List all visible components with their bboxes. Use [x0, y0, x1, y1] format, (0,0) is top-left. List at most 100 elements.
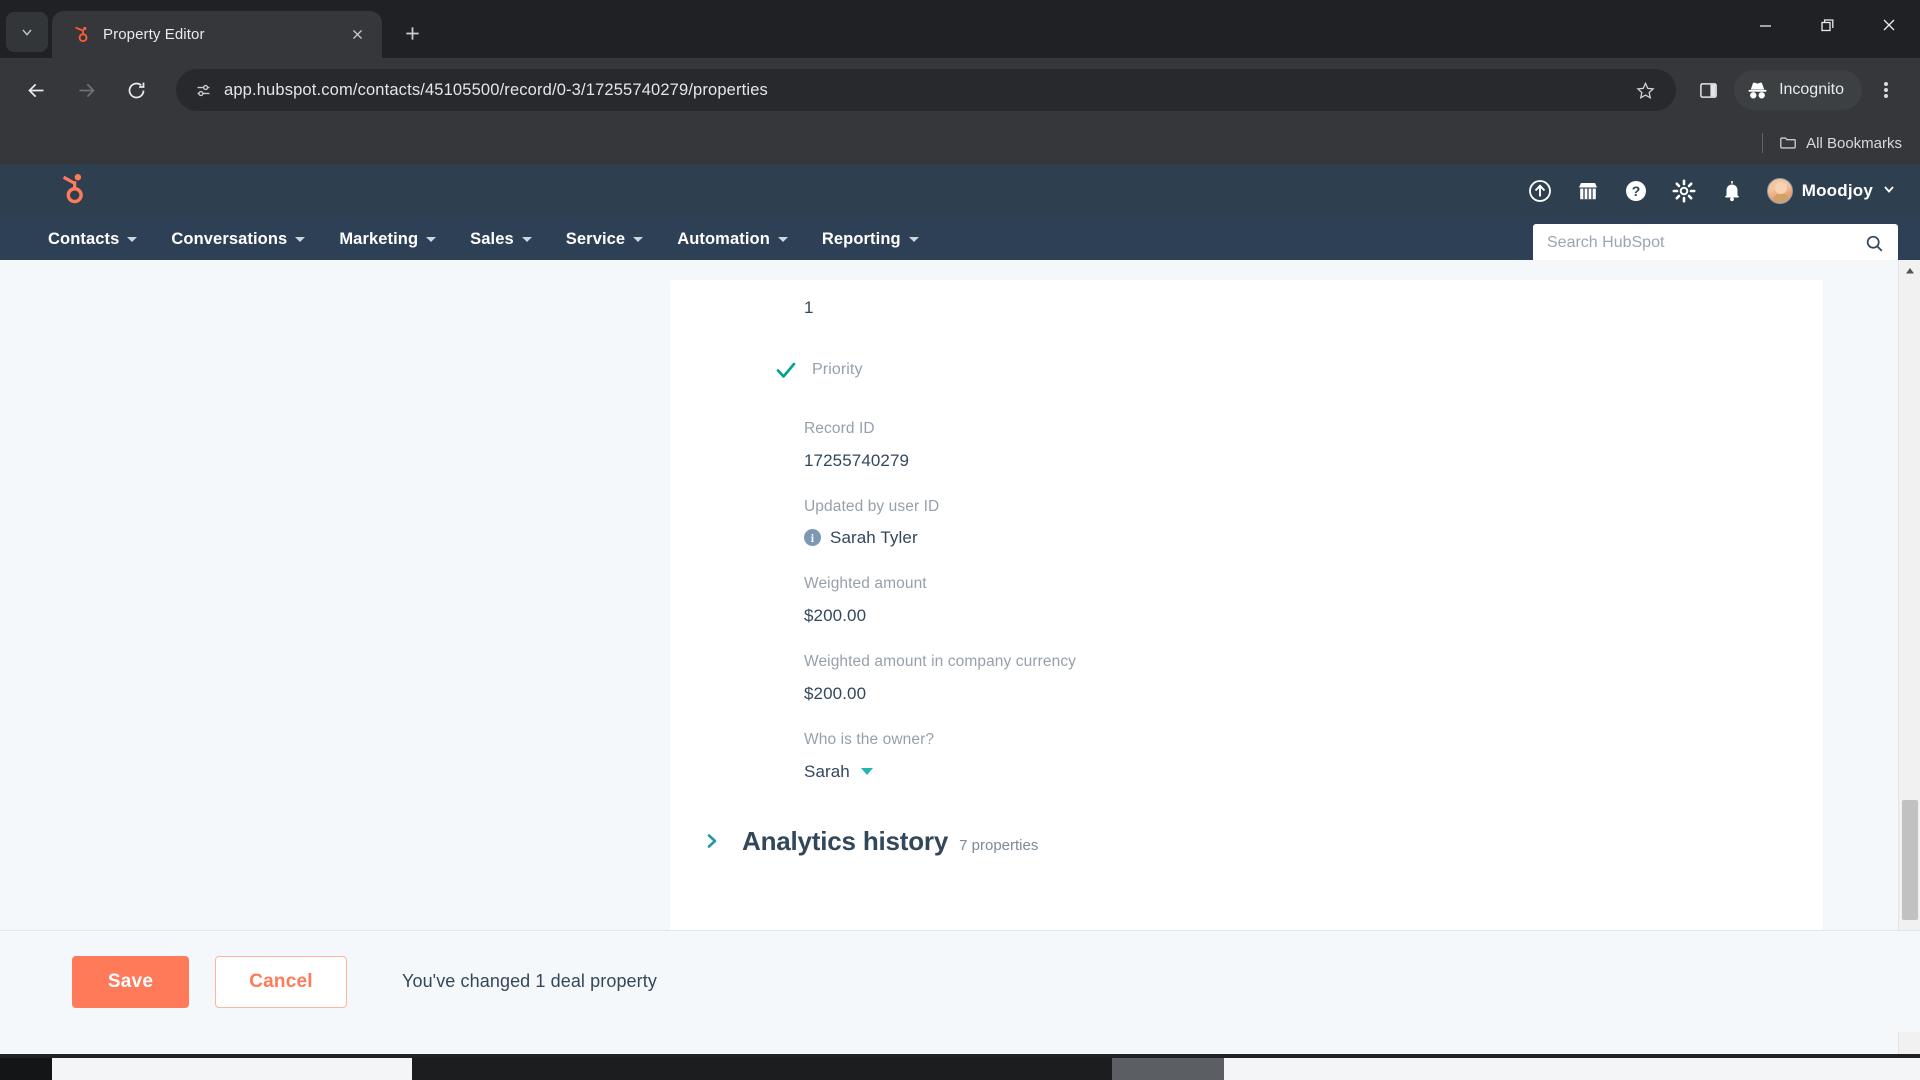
caret-down-icon [127, 236, 138, 242]
chrome-menu-button[interactable] [1866, 68, 1906, 112]
arrow-right-icon [79, 83, 95, 97]
tab-close-button[interactable] [344, 22, 370, 48]
side-panel-button[interactable] [1686, 68, 1730, 112]
search-input[interactable] [1547, 234, 1865, 252]
nav-item-automation[interactable]: Automation [677, 230, 788, 249]
svg-text:?: ? [1631, 183, 1640, 199]
caret-down-icon [521, 236, 532, 242]
nav-label: Sales [470, 229, 514, 248]
nav-item-conversations[interactable]: Conversations [171, 229, 306, 249]
all-bookmarks-button[interactable]: All Bookmarks [1779, 134, 1902, 152]
tab-search-button[interactable] [6, 12, 48, 52]
reload-button[interactable] [114, 68, 158, 112]
reload-icon [128, 82, 144, 98]
scroll-up-button[interactable] [1899, 260, 1920, 282]
cancel-button[interactable]: Cancel [215, 955, 347, 1008]
taskbar-segment [52, 1058, 412, 1080]
incognito-hat-icon [1748, 82, 1767, 98]
incognito-indicator[interactable]: Incognito [1734, 70, 1862, 110]
chevron-down-icon [22, 29, 32, 36]
change-message: You've changed 1 deal property [402, 971, 657, 991]
hubspot-main-nav: Contacts Conversations Marketing Sales S… [0, 218, 1920, 262]
hubspot-topbar: ? Moodjoy [0, 164, 1920, 218]
save-button[interactable]: Save [72, 955, 189, 1008]
save-action-bar: Save Cancel You've changed 1 deal proper… [0, 930, 1920, 1032]
property-label: Record ID [804, 420, 875, 437]
close-window-button[interactable] [1858, 0, 1920, 50]
property-value[interactable]: $200.00 [804, 684, 1823, 704]
folder-icon [1780, 137, 1797, 149]
nav-item-sales[interactable]: Sales [470, 230, 532, 249]
chevron-right-icon [707, 834, 717, 849]
close-icon [1883, 19, 1895, 31]
avatar [1766, 178, 1793, 204]
hubspot-sprocket-logo[interactable] [56, 173, 86, 210]
info-icon[interactable]: i [804, 529, 821, 547]
property-value-wrapper[interactable]: i Sarah Tyler [804, 528, 1823, 548]
property-row-weighted-amount: Weighted amount $200.00 [804, 575, 1823, 626]
nav-item-reporting[interactable]: Reporting [822, 230, 919, 249]
tune-icon[interactable] [190, 77, 216, 103]
chevron-down-icon [1882, 182, 1896, 201]
hubspot-sprocket-icon [70, 25, 89, 44]
taskbar-segment [1224, 1058, 1920, 1080]
caret-down-icon [295, 236, 306, 242]
forward-button[interactable] [64, 68, 108, 112]
hubspot-app: ? Moodjoy Contacts Conversations Marketi… [0, 164, 1920, 1054]
caret-down-icon [633, 236, 644, 242]
account-menu[interactable]: Moodjoy [1766, 178, 1896, 204]
close-icon [352, 29, 362, 40]
bookmark-star-button[interactable] [1630, 75, 1660, 105]
property-value-wrapper[interactable]: Sarah [804, 762, 1823, 782]
nav-label: Contacts [48, 229, 120, 248]
bookmarks-bar: All Bookmarks [0, 122, 1920, 164]
browser-chrome: Property Editor app.hubspot.com/contacts… [0, 0, 1920, 164]
nav-item-marketing[interactable]: Marketing [339, 230, 437, 249]
nav-item-contacts[interactable]: Contacts [48, 229, 138, 249]
caret-down-icon [777, 236, 788, 242]
section-analytics-history[interactable]: Analytics history 7 properties [704, 826, 1823, 857]
upgrade-icon[interactable] [1527, 178, 1553, 204]
taskbar-segment [1112, 1058, 1224, 1080]
property-label: Weighted amount [804, 574, 927, 592]
search-icon[interactable] [1865, 234, 1884, 253]
property-row-priority[interactable]: Priority [774, 358, 1823, 382]
back-button[interactable] [14, 68, 58, 112]
triangle-up-icon [1906, 268, 1914, 274]
side-panel-icon [1699, 82, 1717, 98]
settings-gear-icon[interactable] [1671, 178, 1697, 204]
window-controls [1734, 0, 1920, 50]
nav-item-service[interactable]: Service [565, 229, 644, 249]
marketplace-icon[interactable] [1575, 178, 1601, 204]
all-bookmarks-label: All Bookmarks [1806, 134, 1902, 152]
nav-label: Conversations [171, 229, 288, 248]
nav-label: Service [565, 229, 626, 248]
account-name: Moodjoy [1801, 181, 1873, 200]
scrollbar-thumb[interactable] [1902, 800, 1918, 920]
new-tab-button[interactable] [392, 13, 432, 53]
bookmarks-divider [1762, 133, 1764, 153]
property-row-weighted-amount-company-currency: Weighted amount in company currency $200… [804, 653, 1823, 704]
plus-icon [405, 26, 419, 40]
address-bar[interactable]: app.hubspot.com/contacts/45105500/record… [176, 69, 1677, 111]
three-dot-menu-icon [1884, 80, 1888, 101]
caret-down-icon [426, 236, 437, 242]
topbar-actions: ? Moodjoy [1527, 178, 1896, 204]
property-value[interactable]: 17255740279 [804, 451, 1823, 471]
content-area: 1 Priority Record ID 17255740279 Updated… [0, 260, 1920, 1054]
hubspot-search-box[interactable] [1533, 224, 1898, 262]
browser-tab[interactable]: Property Editor [52, 11, 382, 58]
property-row-record-id: Record ID 17255740279 [804, 420, 1823, 471]
maximize-window-button[interactable] [1796, 0, 1858, 50]
property-label: Priority [812, 361, 863, 379]
help-icon[interactable]: ? [1623, 178, 1649, 204]
property-value[interactable]: $200.00 [804, 606, 1823, 626]
notifications-bell-icon[interactable] [1719, 178, 1745, 204]
nav-label: Automation [677, 229, 770, 248]
property-label: Who is the owner? [804, 730, 935, 748]
minimize-icon [1759, 24, 1771, 27]
caret-down-icon[interactable] [860, 768, 873, 776]
property-row-owner: Who is the owner? Sarah [804, 731, 1823, 782]
tab-strip: Property Editor [0, 0, 1920, 58]
minimize-window-button[interactable] [1734, 0, 1796, 50]
